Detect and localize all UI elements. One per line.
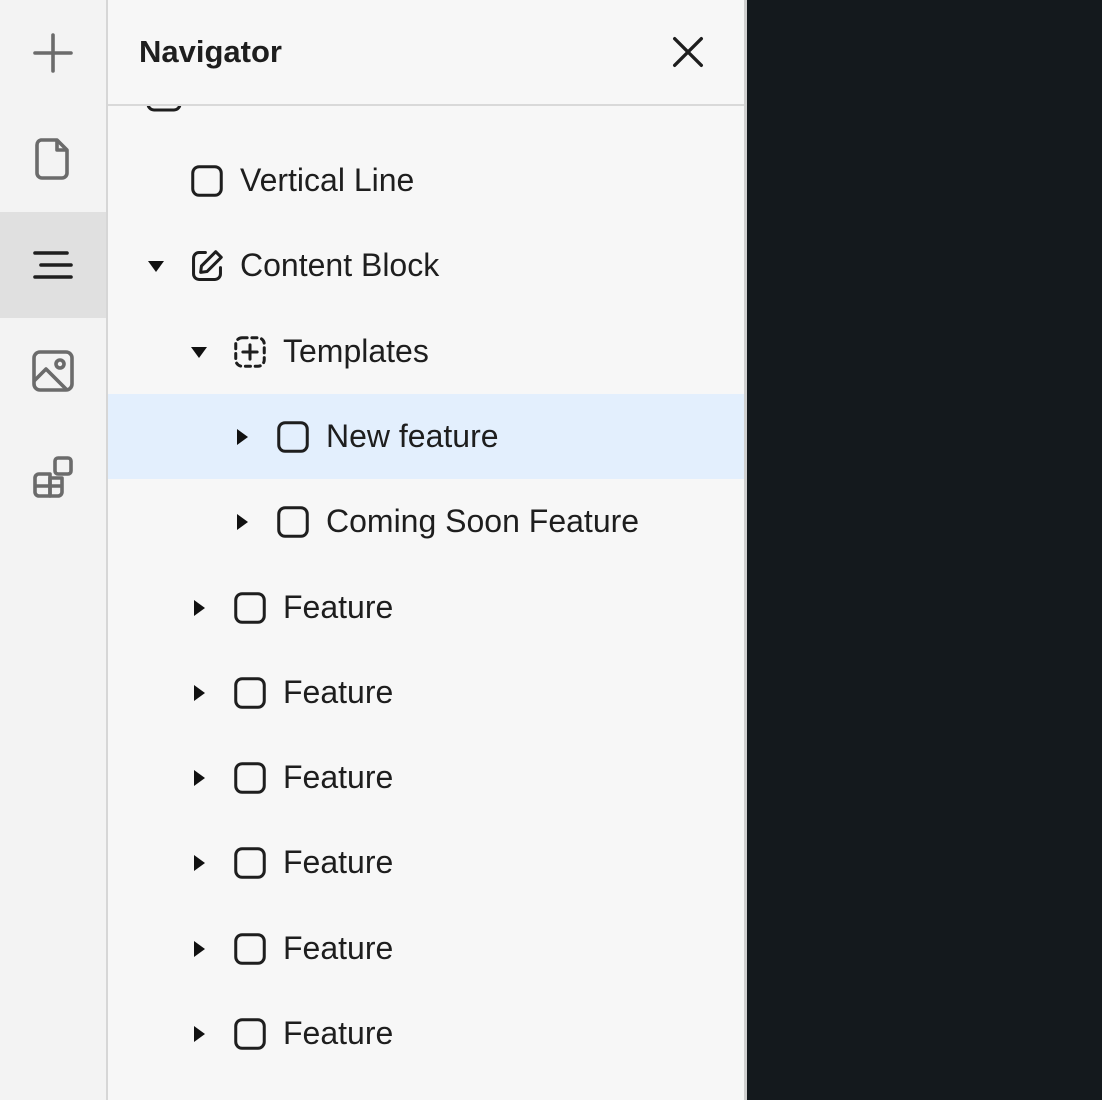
navigator-header: Navigator: [108, 0, 744, 106]
dashed-add-icon: [231, 333, 269, 371]
panel-title: Navigator: [139, 34, 282, 69]
edit-icon: [188, 247, 226, 285]
box-icon: [231, 930, 269, 968]
tree-row-label: Feature: [283, 759, 394, 795]
close-icon: [673, 37, 703, 68]
caret-right-icon[interactable]: [188, 597, 210, 619]
caret-right-icon[interactable]: [188, 938, 210, 960]
tree-row[interactable]: Feature: [108, 650, 744, 735]
navigator-panel: Vertical Line Content Block Templates New f…: [108, 0, 747, 1100]
close-button[interactable]: [666, 30, 710, 74]
tree-row[interactable]: Feature: [108, 906, 744, 991]
add-button[interactable]: [0, 0, 106, 106]
tree-row-label: Feature: [283, 589, 394, 625]
caret-down-icon[interactable]: [145, 255, 167, 277]
components-icon: [33, 456, 73, 498]
caret-down-icon[interactable]: [188, 341, 210, 363]
tree-row-label: Feature: [283, 1015, 394, 1051]
tree-row[interactable]: Feature: [108, 820, 744, 905]
box-icon: [231, 759, 269, 797]
box-icon: [188, 162, 226, 200]
box-icon: [274, 503, 312, 541]
box-icon: [231, 844, 269, 882]
caret-right-icon[interactable]: [231, 426, 253, 448]
components-button[interactable]: [0, 424, 106, 530]
tree-row[interactable]: Feature: [108, 735, 744, 820]
tree-row-label: Coming Soon Feature: [326, 503, 640, 539]
caret-right-icon[interactable]: [188, 1023, 210, 1045]
tree-row-label: New feature: [326, 418, 499, 454]
tree-row[interactable]: Feature: [108, 565, 744, 650]
caret-right-icon[interactable]: [188, 852, 210, 874]
tree-row-label: Feature: [283, 844, 394, 880]
tree-row[interactable]: Content Block: [108, 223, 744, 308]
box-icon: [231, 674, 269, 712]
layer-tree: Vertical Line Content Block Templates New f…: [108, 0, 744, 1100]
canvas-area[interactable]: [747, 0, 1102, 1100]
box-icon: [231, 1015, 269, 1053]
navigator-button[interactable]: [0, 212, 106, 318]
left-toolbar-rail: [0, 0, 108, 1100]
caret-right-icon[interactable]: [188, 682, 210, 704]
tree-row-label: Templates: [283, 333, 429, 369]
navigator-icon: [33, 251, 73, 279]
page-icon: [35, 138, 69, 180]
tree-row-label: Vertical Line: [240, 162, 415, 198]
tree-row[interactable]: Vertical Line: [108, 138, 744, 223]
tree-row[interactable]: Templates: [108, 309, 744, 394]
box-icon: [274, 418, 312, 456]
tree-row[interactable]: Feature: [108, 991, 744, 1076]
tree-row-label: Feature: [283, 674, 394, 710]
box-icon: [231, 589, 269, 627]
tree-row-selected[interactable]: New feature: [108, 394, 744, 479]
caret-right-icon[interactable]: [231, 511, 253, 533]
caret-right-icon[interactable]: [188, 767, 210, 789]
image-icon: [32, 350, 74, 392]
tree-row[interactable]: Coming Soon Feature: [108, 479, 744, 564]
tree-row-label: Feature: [283, 930, 394, 966]
pages-button[interactable]: [0, 106, 106, 212]
plus-icon: [33, 33, 73, 73]
assets-button[interactable]: [0, 318, 106, 424]
tree-row-label: Content Block: [240, 247, 440, 283]
